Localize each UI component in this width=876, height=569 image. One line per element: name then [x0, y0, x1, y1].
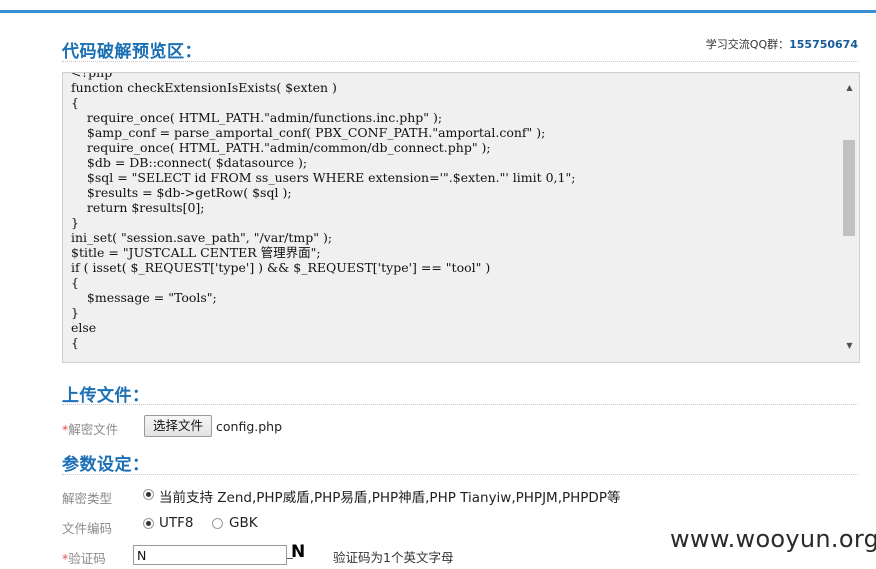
encoding-utf8-label: UTF8 — [159, 515, 194, 531]
preview-divider — [62, 61, 858, 62]
code-line: { — [71, 275, 79, 290]
captcha-input[interactable] — [133, 545, 287, 565]
code-line: { — [71, 335, 79, 350]
code-line: require_once( HTML_PATH."admin/common/db… — [71, 140, 491, 155]
code-line: function checkExtensionIsExists( $exten … — [71, 80, 337, 95]
code-line: $title = "JUSTCALL CENTER 管理界面"; — [71, 245, 321, 260]
decrypt-type-label: 解密类型 — [62, 491, 113, 506]
upload-divider — [62, 404, 858, 405]
code-line: $message = "Tools"; — [71, 290, 217, 305]
captcha-label: *验证码 — [62, 551, 106, 566]
preview-section-title: 代码破解预览区： — [62, 42, 202, 62]
code-line: { — [71, 95, 79, 110]
top-accent-bar — [0, 0, 876, 13]
code-preview-box[interactable]: <?php function checkExtensionIsExists( $e… — [62, 72, 860, 363]
qq-group-label: 学习交流QQ群： — [705, 38, 790, 51]
code-scrollbar[interactable]: ▲ ▼ — [840, 73, 859, 362]
code-line: <?php — [71, 72, 113, 80]
code-line: } — [71, 215, 79, 230]
code-line: $amp_conf = parse_amportal_conf( PBX_CON… — [71, 125, 546, 140]
params-divider — [62, 474, 858, 475]
choose-file-button[interactable]: 选择文件 — [144, 415, 212, 437]
code-line: if ( isset( $_REQUEST['type'] ) && $_REQ… — [71, 260, 491, 275]
upload-section-title: 上传文件： — [62, 386, 150, 406]
code-line: return $results[0]; — [71, 200, 205, 215]
params-section-title: 参数设定： — [62, 455, 150, 475]
decrypt-file-label: *解密文件 — [62, 422, 119, 437]
captcha-image[interactable]: N — [287, 541, 313, 563]
code-preview-content: <?php function checkExtensionIsExists( $e… — [71, 72, 837, 350]
file-encoding-label: 文件编码 — [62, 521, 113, 536]
decrypt-type-option-label: 当前支持 Zend,PHP威盾,PHP易盾,PHP神盾,PHP Tianyiw,… — [159, 490, 621, 506]
code-line: } — [71, 305, 79, 320]
code-line: require_once( HTML_PATH."admin/functions… — [71, 110, 443, 125]
watermark-text: www.wooyun.org — [670, 525, 876, 553]
qq-group-info: 学习交流QQ群：155750674 — [706, 36, 858, 52]
encoding-utf8-radio[interactable] — [143, 518, 154, 529]
selected-file-name: config.php — [216, 419, 283, 434]
code-line: else — [71, 320, 97, 335]
code-line: ini_set( "session.save_path", "/var/tmp"… — [71, 230, 333, 245]
encoding-gbk-label: GBK — [229, 515, 258, 531]
encoding-gbk-radio[interactable] — [212, 518, 223, 529]
decrypt-type-radio[interactable] — [143, 489, 154, 500]
scroll-down-arrow-icon[interactable]: ▼ — [840, 337, 859, 354]
code-line: $db = DB::connect( $datasource ); — [71, 155, 308, 170]
scroll-up-arrow-icon[interactable]: ▲ — [840, 79, 859, 96]
captcha-hint: 验证码为1个英文字母 — [333, 550, 454, 565]
qq-group-number: 155750674 — [789, 38, 858, 51]
scroll-thumb[interactable] — [843, 140, 855, 236]
code-line: $sql = "SELECT id FROM ss_users WHERE ex… — [71, 170, 576, 185]
code-line: $results = $db->getRow( $sql ); — [71, 185, 292, 200]
